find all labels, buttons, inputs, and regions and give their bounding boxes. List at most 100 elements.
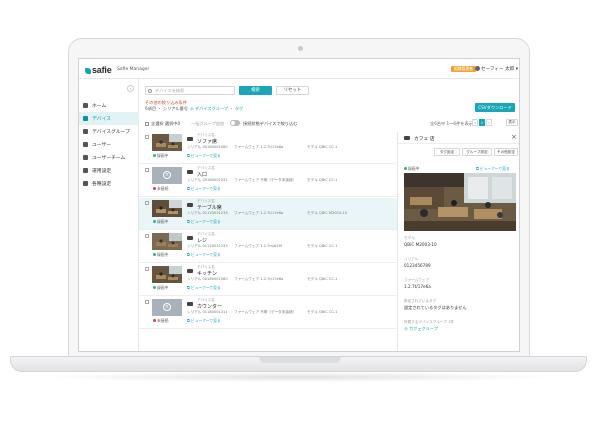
row-checkbox[interactable] (145, 135, 149, 139)
device-row[interactable]: 録画中 デバイス名 キッチン シリアル 00180001080 ファームウェア 1.2.… (139, 264, 397, 296)
device-model: モデル QBiC CC-1 (307, 310, 338, 314)
device-thumbnail[interactable] (152, 134, 182, 151)
select-all-checkbox[interactable]: 全選択 選択中0 (145, 121, 180, 127)
row-checkbox[interactable] (145, 234, 149, 238)
camera-icon (187, 137, 193, 141)
detail-field-label: ファームウェア (404, 278, 430, 282)
device-name[interactable]: ソファ席 (197, 138, 217, 145)
device-detail-panel: カフェ 店 × タグ設定 グループ設定 その他設定 録画中 ⧉ ビューアーで見る (397, 132, 519, 351)
app-name: Safie Manager (117, 67, 150, 72)
device-serial: シリアル 00180001080 (187, 277, 228, 281)
detail-header: カフェ 店 × (398, 132, 519, 144)
device-thumbnail[interactable]: × (152, 167, 182, 184)
sidebar-item-0[interactable]: ホーム (79, 99, 139, 112)
camera-icon (83, 116, 88, 121)
device-serial: シリアル 01180001311 (187, 310, 228, 314)
detail-field-value: 設定されているタグはありません (404, 305, 467, 310)
close-icon[interactable]: × (511, 133, 517, 141)
open-viewer-link[interactable]: ⧉ ビューアーで見る (187, 318, 221, 324)
camera-preview-image (404, 173, 516, 231)
detail-field-label: 所属するデバイスグループ 1件 (404, 320, 454, 324)
open-viewer-link[interactable]: ⧉ ビューアーで見る (187, 219, 221, 225)
top-bar: safie Safie Manager 組織管理者 セーフィー 太郎 ▾ (79, 59, 519, 79)
group-settings-button[interactable]: グループ設定 (462, 148, 492, 156)
filter-group-tag-link[interactable]: ◎ デバイスグループ ・ タグ (190, 106, 243, 111)
device-firmware: ファームウェア 1.2.7t/17e6a (234, 145, 284, 149)
device-row[interactable]: 録画中 デバイス名 ソファ席 シリアル 00180001080 ファームウェア 1.2.… (139, 132, 397, 164)
open-viewer-link[interactable]: ⧉ ビューアーで見る (187, 252, 221, 258)
collapse-sidebar-button[interactable]: ‹ (127, 85, 134, 92)
sidebar-item-3[interactable]: ユーザー (79, 138, 139, 151)
device-name[interactable]: レジ (197, 237, 207, 244)
device-firmware: ファームウェア 1.2.7m/b2f9 (234, 244, 283, 248)
device-name[interactable]: 入口 (197, 171, 207, 178)
search-input[interactable]: デバイスを検索 (145, 86, 235, 95)
sidebar-nav: ホーム デバイス デバイスグループユーザーユーザーチーム 運用設定 各種設定 (79, 99, 139, 190)
device-thumbnail[interactable] (152, 200, 182, 217)
sidebar-item-6[interactable]: 各種設定 (79, 177, 139, 190)
user-icon (475, 66, 480, 71)
device-row[interactable]: 録画中 デバイス名 レジ シリアル 01120031233 ファームウェア 1.2.7m… (139, 231, 397, 263)
sidebar-item-4[interactable]: ユーザーチーム (79, 151, 139, 164)
device-row[interactable]: × 未接続 デバイス名 入口 シリアル 00180001031 ファームウェア 不明（デー… (139, 165, 397, 197)
row-checkbox[interactable] (145, 168, 149, 172)
next-page-button[interactable]: › (486, 119, 492, 126)
search-placeholder: デバイスを検索 (155, 88, 185, 93)
device-row[interactable]: × 未接続 デバイス名 カウンター シリアル 01180001311 ファームウェア 不明… (139, 297, 397, 329)
home-icon (83, 103, 88, 108)
search-button[interactable]: 検索 (239, 86, 272, 95)
camera-icon (187, 236, 193, 240)
sidebar-item-label: ユーザー (92, 143, 112, 148)
device-firmware: ファームウェア 1.2.7t/17e6a (234, 277, 284, 281)
device-row[interactable]: 録画中 デバイス名 テーブル席 シリアル 01120031233 ファームウェア 1.2… (139, 198, 397, 230)
status-badge: 録画中 (153, 285, 168, 291)
camera-icon (187, 170, 193, 174)
row-checkbox[interactable] (145, 267, 149, 271)
device-serial: シリアル 00180001080 (187, 145, 228, 149)
app-screen: safie Safie Manager 組織管理者 セーフィー 太郎 ▾ ‹ ホ… (78, 58, 520, 352)
device-firmware: ファームウェア 不明（データ未接続） (234, 178, 297, 182)
csv-download-button[interactable]: CSVダウンロード (475, 103, 515, 112)
open-viewer-link[interactable]: ⧉ ビューアーで見る (187, 153, 221, 159)
open-viewer-text: ビューアーで見る (190, 252, 221, 257)
prev-page-button[interactable]: ‹ (472, 119, 478, 126)
device-group-link[interactable]: ◎ カフェグループ (404, 326, 438, 332)
device-name[interactable]: テーブル席 (197, 204, 222, 211)
status-text: 未接続 (157, 186, 169, 191)
device-thumbnail[interactable] (152, 233, 182, 250)
status-dot (153, 187, 156, 190)
device-firmware: ファームウェア 不明（データ未接続） (234, 310, 297, 314)
sidebar-item-2[interactable]: デバイスグループ (79, 125, 139, 138)
open-viewer-text: ビューアーで見る (190, 153, 221, 158)
device-firmware: ファームウェア 1.2.7t/17e6a (234, 211, 284, 215)
user-menu[interactable]: セーフィー 太郎 ▾ (475, 66, 518, 72)
row-checkbox[interactable] (145, 300, 149, 304)
connection-filter-toggle[interactable] (230, 120, 240, 126)
device-thumbnail[interactable]: × (152, 299, 182, 316)
other-settings-button[interactable]: その他設定 (494, 148, 518, 156)
safie-logo[interactable]: safie (85, 65, 112, 75)
view-options-button[interactable]: 表示 (506, 119, 518, 126)
sidebar-item-1[interactable]: デバイス (79, 112, 139, 125)
device-model: モデル QBiC CC-1 (307, 244, 338, 248)
reset-button[interactable]: リセット (276, 86, 309, 95)
laptop-notch (259, 357, 341, 363)
device-name[interactable]: カウンター (197, 303, 222, 310)
open-viewer-link[interactable]: ⧉ ビューアーで見る (187, 285, 221, 291)
bulk-group-add[interactable]: 一括グループ追加 (191, 121, 224, 127)
device-name[interactable]: キッチン (197, 270, 217, 277)
page-1-button[interactable]: 1 (479, 119, 485, 126)
sidebar-item-5[interactable]: 運用設定 (79, 164, 139, 177)
status-text: 録画中 (157, 153, 169, 158)
settings-icon (83, 168, 88, 173)
status-dot (153, 286, 156, 289)
status-text: 録画中 (157, 219, 169, 224)
device-serial: シリアル 00180001031 (187, 178, 228, 182)
detail-viewer-link[interactable]: ⧉ ビューアーで見る (476, 166, 510, 172)
status-text: 未接続 (157, 318, 169, 323)
open-viewer-link[interactable]: ⧉ ビューアーで見る (187, 186, 221, 192)
checkbox[interactable] (145, 122, 149, 126)
device-thumbnail[interactable] (152, 266, 182, 283)
row-checkbox[interactable] (145, 201, 149, 205)
tag-settings-button[interactable]: タグ設定 (434, 148, 460, 156)
